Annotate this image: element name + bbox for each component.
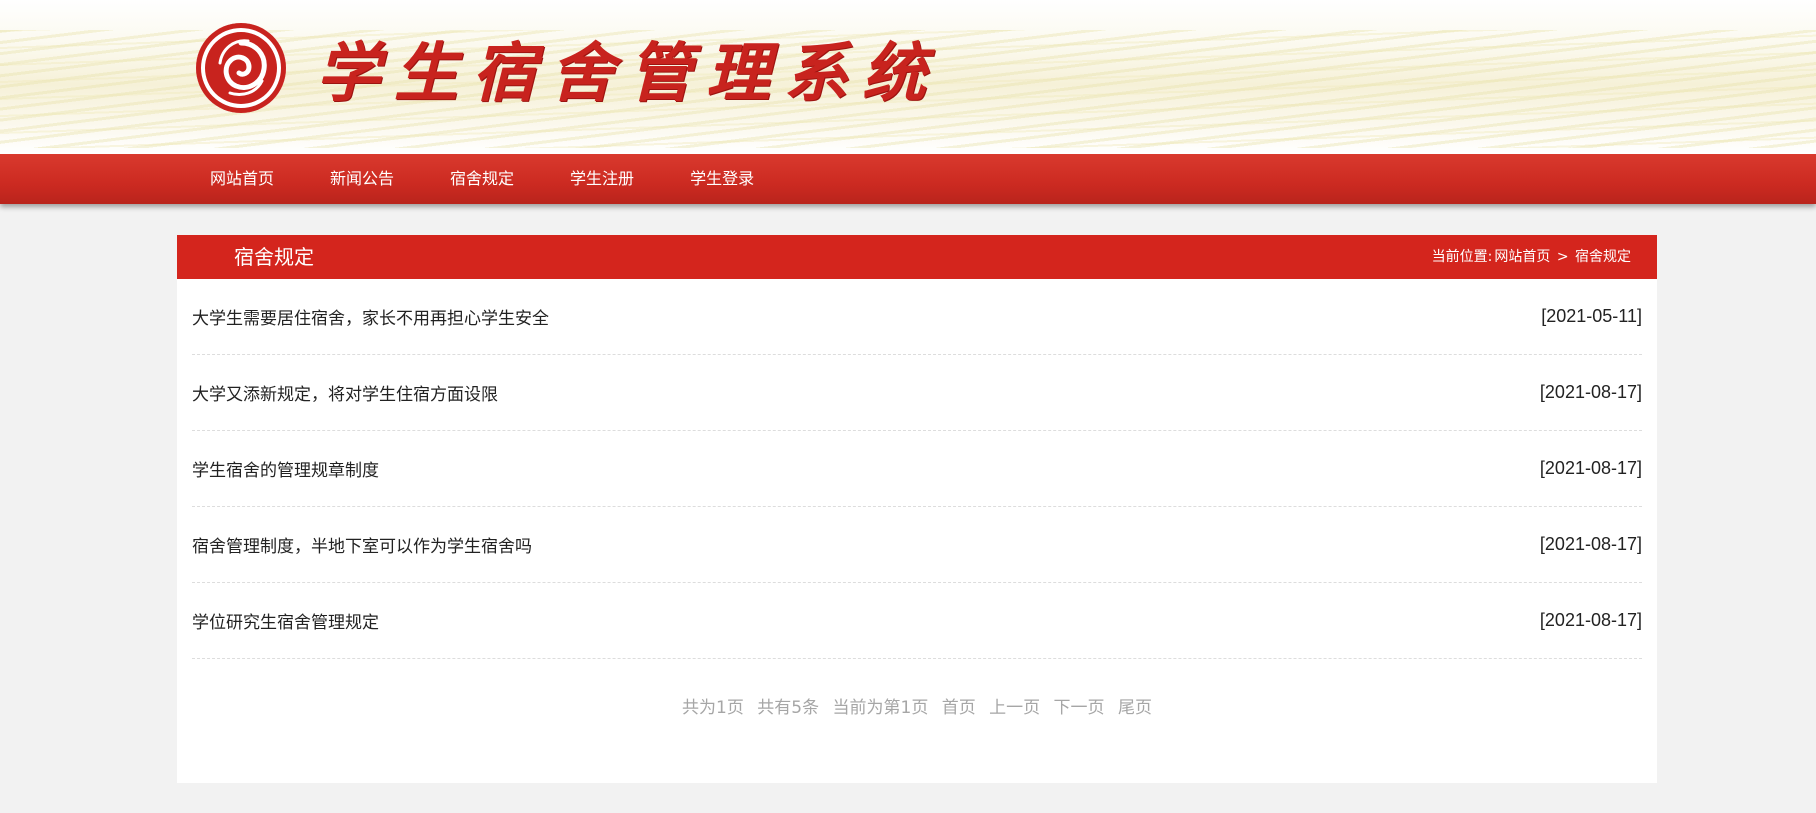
breadcrumb-home-link[interactable]: 网站首页 [1494,249,1550,265]
nav-item-home[interactable]: 网站首页 [186,154,298,204]
pagination-current-page: 当前为第1页 [832,698,929,718]
list-item: 宿舍管理制度，半地下室可以作为学生宿舍吗 [2021-08-17] [192,507,1642,583]
pagination-first-link[interactable]: 首页 [942,698,976,718]
list-item: 大学又添新规定，将对学生住宿方面设限 [2021-08-17] [192,355,1642,431]
spiral-seal-logo-icon [196,23,286,113]
pagination-prev-link[interactable]: 上一页 [989,698,1040,718]
section-title: 宿舍规定 [234,245,314,269]
breadcrumb-prefix: 当前位置: [1431,249,1493,265]
content-panel: 宿舍规定 当前位置: 网站首页 > 宿舍规定 大学生需要居住宿舍，家长不用再担心学… [177,235,1657,783]
article-title-link[interactable]: 学位研究生宿舍管理规定 [192,608,379,633]
breadcrumb: 当前位置: 网站首页 > 宿舍规定 [1431,235,1632,279]
list-item: 学位研究生宿舍管理规定 [2021-08-17] [192,583,1642,659]
article-title-link[interactable]: 宿舍管理制度，半地下室可以作为学生宿舍吗 [192,532,532,557]
breadcrumb-separator: > [1556,249,1569,265]
list-item: 大学生需要居住宿舍，家长不用再担心学生安全 [2021-05-11] [192,279,1642,355]
article-date: [2021-08-17] [1539,610,1642,630]
nav-menu: 网站首页 新闻公告 宿舍规定 学生注册 学生登录 [186,154,786,204]
site-logo[interactable]: 学生宿舍管理系统 [196,20,940,116]
article-date: [2021-08-17] [1539,382,1642,402]
panel-header: 宿舍规定 当前位置: 网站首页 > 宿舍规定 [177,235,1657,279]
nav-item-login[interactable]: 学生登录 [666,154,778,204]
article-title-link[interactable]: 学生宿舍的管理规章制度 [192,456,379,481]
breadcrumb-current: 宿舍规定 [1575,249,1631,265]
pagination-next-link[interactable]: 下一页 [1054,698,1105,718]
article-date: [2021-08-17] [1539,458,1642,478]
pagination-total-items: 共有5条 [757,698,820,718]
article-list: 大学生需要居住宿舍，家长不用再担心学生安全 [2021-05-11] 大学又添新… [192,279,1642,659]
article-date: [2021-08-17] [1539,534,1642,554]
header-banner: 学生宿舍管理系统 [0,0,1816,154]
pagination-last-link[interactable]: 尾页 [1118,698,1152,718]
pagination-total-pages: 共为1页 [682,698,744,718]
article-title-link[interactable]: 大学生需要居住宿舍，家长不用再担心学生安全 [192,304,549,329]
article-title-link[interactable]: 大学又添新规定，将对学生住宿方面设限 [192,380,498,405]
nav-item-register[interactable]: 学生注册 [546,154,658,204]
nav-item-dorm-rules[interactable]: 宿舍规定 [426,154,538,204]
site-title: 学生宿舍管理系统 [316,36,940,111]
pagination: 共为1页 共有5条 当前为第1页 首页 上一页 下一页 尾页 [177,693,1657,718]
nav-item-news[interactable]: 新闻公告 [306,154,418,204]
list-item: 学生宿舍的管理规章制度 [2021-08-17] [192,431,1642,507]
article-date: [2021-05-11] [1541,306,1642,326]
